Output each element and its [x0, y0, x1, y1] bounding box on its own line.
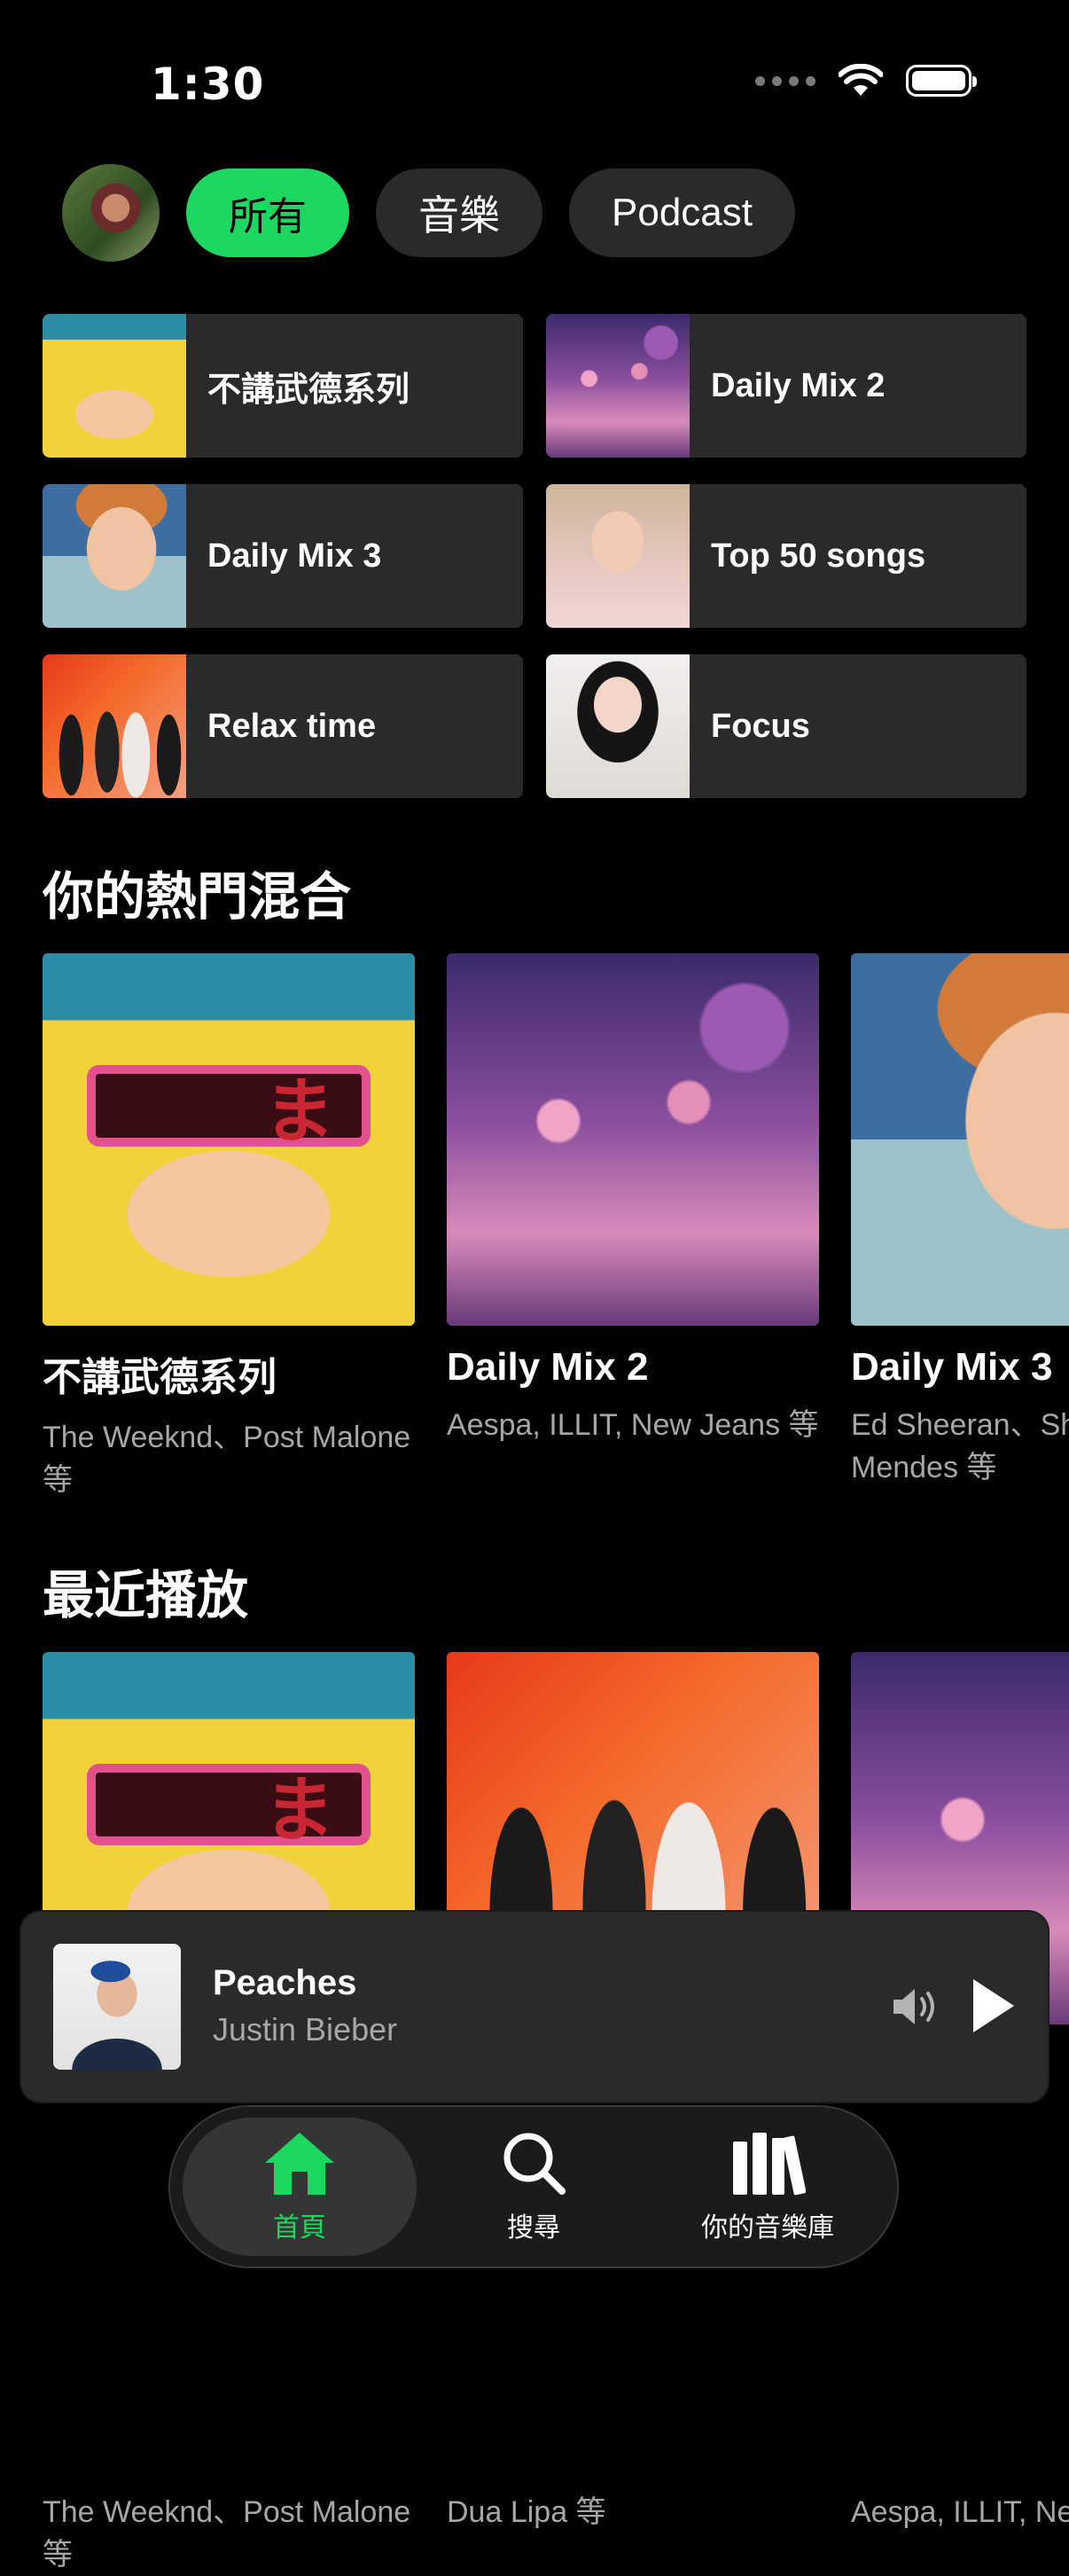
now-playing-title: Peaches [213, 1963, 357, 2002]
mix-card[interactable]: Daily Mix 3 Ed Sheeran、Shawn Mendes 等 [851, 953, 1069, 1489]
signal-icon [755, 75, 815, 86]
quick-pick-item[interactable]: Relax time [43, 654, 523, 798]
status-icons [755, 64, 977, 98]
mix-subtitle: Ed Sheeran、Shawn Mendes 等 [851, 1408, 1069, 1484]
recent-subtitle: Dua Lipa 等 [447, 2495, 606, 2529]
playlist-cover [546, 314, 690, 458]
recent-subtitle: The Weeknd、Post Malone 等 [43, 2495, 411, 2572]
search-icon [503, 2133, 566, 2195]
recent-subtitle: Aespa, ILLIT, New Jeans 等 [851, 2495, 1069, 2529]
section-title-top-mixes: 你的熱門混合 [43, 866, 352, 927]
mix-card[interactable]: ま 不講武德系列 The Weeknd、Post Malone 等 [43, 953, 415, 1501]
mix-title: 不講武德系列 [43, 1356, 277, 1399]
tab-home-label: 首頁 [273, 2212, 326, 2243]
quick-pick-label: Daily Mix 2 [711, 366, 886, 404]
quick-pick-item[interactable]: Daily Mix 2 [546, 314, 1026, 458]
chip-all[interactable]: 所有 [186, 168, 349, 257]
mix-subtitle: The Weeknd、Post Malone 等 [43, 1421, 411, 1497]
chip-podcast[interactable]: Podcast [569, 168, 795, 257]
mix-title: Daily Mix 3 [851, 1345, 1053, 1389]
quick-pick-item[interactable]: Daily Mix 3 [43, 484, 523, 628]
mix-cover [447, 953, 819, 1326]
tab-library[interactable]: 你的音樂庫 [651, 2118, 885, 2256]
home-icon [265, 2133, 334, 2195]
playlist-cover [546, 484, 690, 628]
section-title-recent: 最近播放 [43, 1565, 249, 1625]
tab-library-label: 你的音樂庫 [701, 2212, 834, 2243]
mix-cover [851, 953, 1069, 1326]
battery-icon [906, 65, 977, 97]
chip-music[interactable]: 音樂 [376, 168, 542, 257]
quick-pick-label: Top 50 songs [711, 536, 926, 575]
now-playing-cover [53, 1944, 181, 2070]
mini-player[interactable]: Peaches Justin Bieber [21, 1912, 1048, 2102]
quick-pick-label: Daily Mix 3 [207, 536, 382, 575]
mix-subtitle: Aespa, ILLIT, New Jeans 等 [447, 1408, 819, 1442]
avatar[interactable] [62, 164, 160, 262]
mix-card[interactable]: Daily Mix 2 Aespa, ILLIT, New Jeans 等 [447, 953, 819, 1446]
play-icon[interactable] [973, 1979, 1014, 2032]
playlist-cover [43, 484, 186, 628]
quick-pick-item[interactable]: Focus [546, 654, 1026, 798]
wifi-icon [839, 64, 883, 96]
tab-search[interactable]: 搜尋 [417, 2118, 651, 2256]
now-playing-artist: Justin Bieber [213, 2011, 398, 2047]
quick-pick-item[interactable]: 不講武德系列 [43, 314, 523, 458]
mix-cover: ま [43, 953, 415, 1326]
quick-pick-item[interactable]: Top 50 songs [546, 484, 1026, 628]
playlist-cover [546, 654, 690, 798]
mix-title: Daily Mix 2 [447, 1345, 649, 1389]
tab-search-label: 搜尋 [507, 2212, 560, 2243]
playlist-cover [43, 314, 186, 458]
tab-home[interactable]: 首頁 [183, 2118, 417, 2256]
status-time: 1:30 [151, 59, 265, 110]
quick-pick-label: 不講武德系列 [207, 371, 410, 409]
filter-chips: 所有 音樂 Podcast [186, 168, 795, 257]
quick-pick-label: Relax time [207, 707, 377, 745]
speaker-icon[interactable] [890, 1985, 940, 2029]
quick-pick-label: Focus [711, 707, 810, 745]
playlist-cover [43, 654, 186, 798]
bottom-tab-bar: 首頁 搜尋 你的音樂庫 [170, 2107, 897, 2267]
library-icon [733, 2133, 806, 2196]
